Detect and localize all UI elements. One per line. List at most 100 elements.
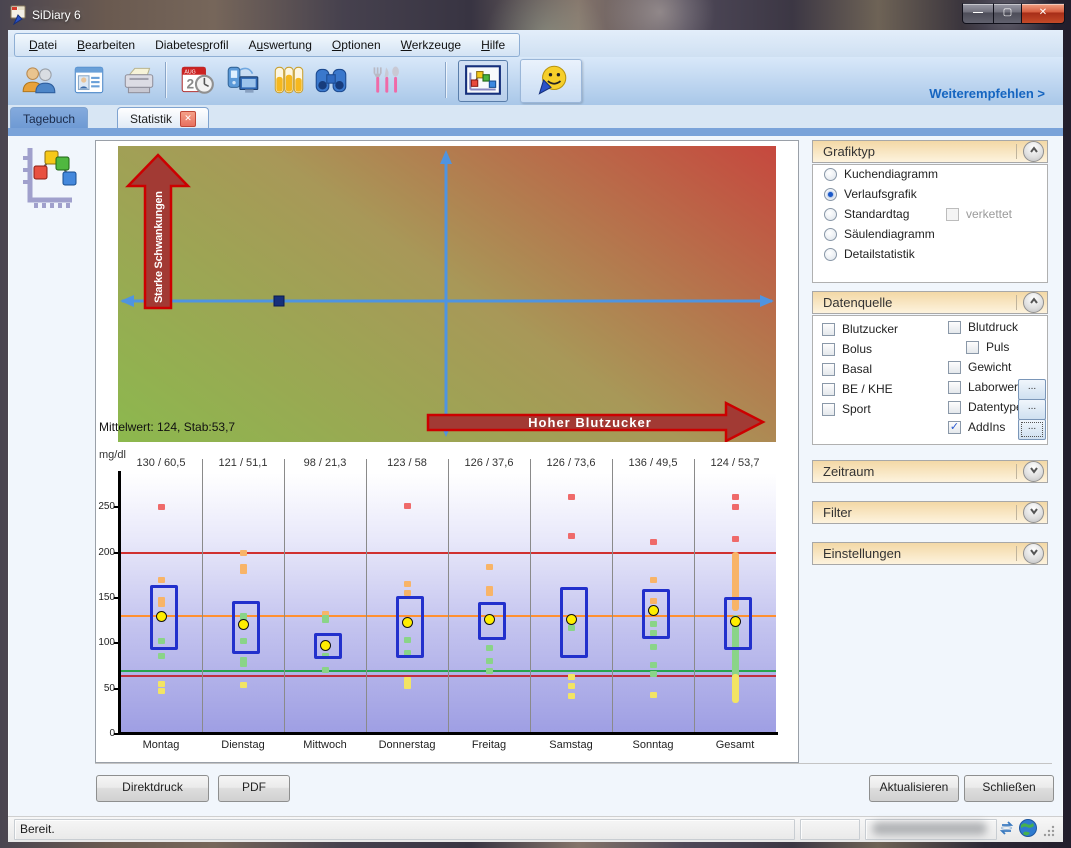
maximize-button[interactable]: ▢ [993,3,1022,24]
checkbox-verkettet[interactable] [946,208,959,221]
panel-header-einstellungen[interactable]: Einstellungen [812,542,1048,565]
toolbar-statistics-button[interactable] [458,60,508,102]
toolbar-device-sync-button[interactable] [218,60,268,102]
day-stat-header: 123 / 58 [367,457,447,469]
menu-item-werkzeuge[interactable]: Werkzeuge [391,36,471,54]
panel-header-grafiktyp[interactable]: Grafiktyp [812,140,1048,163]
panel-header-filter[interactable]: Filter [812,501,1048,524]
menu-item-optionen[interactable]: Optionen [322,36,391,54]
checkbox-label: Blutdruck [968,320,1018,334]
checkbox-addins[interactable]: ✓ [948,421,961,434]
checkbox-laborwerte[interactable] [948,381,961,394]
globe-icon[interactable] [1018,818,1038,843]
value-marker-yellow [158,681,165,687]
checkbox-basal[interactable] [822,363,835,376]
checkbox-be-khe[interactable] [822,383,835,396]
tab-label: Statistik [130,112,172,126]
panel-title: Zeitraum [823,464,1016,479]
more-button-addins[interactable]: ... [1018,419,1046,440]
radio-standardtag[interactable] [824,208,837,221]
value-marker-green [240,657,247,667]
statusbar-cell [800,819,860,840]
toolbar-printer-button[interactable] [114,60,164,102]
value-marker-red [732,536,739,542]
sync-icon[interactable] [999,820,1014,842]
toolbar-binoculars-button[interactable] [306,60,356,102]
checkbox-label: verkettet [966,207,1012,221]
toolbar-patient-record-button[interactable] [64,60,114,102]
aktualisieren-button[interactable]: Aktualisieren [869,775,959,802]
column-separator [612,459,613,734]
column-separator [284,459,285,734]
day-label: Dienstag [203,739,283,751]
users-icon [20,64,58,99]
checkbox-blutzucker[interactable] [822,323,835,336]
value-marker-orange [650,577,657,583]
checkbox-gewicht[interactable] [948,361,961,374]
value-marker-orange [240,550,247,556]
checkbox-label: Puls [986,340,1009,354]
minimize-button[interactable]: — [962,3,994,24]
day-stat-header: 121 / 51,1 [203,457,283,469]
toolbar-calendar-clock-button[interactable]: AUG2 [172,60,222,102]
window-title: SiDiary 6 [32,8,81,22]
value-marker-orange [404,590,411,596]
radio-detailstatistik[interactable] [824,248,837,261]
menu-item-auswertung[interactable]: Auswertung [239,36,322,54]
radio-label: Verlaufsgrafik [844,187,917,201]
checkbox-blutdruck[interactable] [948,321,961,334]
toolbar-feedback-smiley-button[interactable] [520,59,582,103]
radio-säulendiagramm[interactable] [824,228,837,241]
pdf-button[interactable]: PDF [218,775,290,802]
checkbox-bolus[interactable] [822,343,835,356]
radio-verlaufsgrafik[interactable] [824,188,837,201]
mean-dot [402,617,413,628]
value-marker-yellow [240,682,247,688]
checkbox-sport[interactable] [822,403,835,416]
chart-caption: Mittelwert: 124, Stab:53,7 [99,420,235,434]
more-button-datentypen[interactable]: ... [1018,399,1046,420]
device-sync-icon [224,64,262,99]
schliessen-button[interactable]: Schließen [964,775,1054,802]
column-separator [530,459,531,734]
value-marker-green [650,662,657,668]
expand-chevron-button[interactable] [1023,502,1044,523]
recommend-link[interactable]: Weiterempfehlen > [929,86,1045,101]
checkbox-puls[interactable] [966,341,979,354]
tab-bar-strip [8,128,1063,136]
chevron-down-icon [1028,504,1040,522]
value-marker-yellow [650,692,657,698]
radio-kuchendiagramm[interactable] [824,168,837,181]
checkbox-label: Basal [842,362,872,376]
direktdruck-button[interactable]: Direktdruck [96,775,209,802]
panel-header-zeitraum[interactable]: Zeitraum [812,460,1048,483]
collapse-chevron-button[interactable] [1023,292,1044,313]
statusbar-message-cell [14,819,795,840]
tab-tagebuch[interactable]: Tagebuch [10,107,88,129]
day-label: Sonntag [613,739,693,751]
menu-item-hilfe[interactable]: Hilfe [471,36,515,54]
checkbox-datentypen[interactable] [948,401,961,414]
panel-header-datenquelle[interactable]: Datenquelle [812,291,1048,314]
expand-chevron-button[interactable] [1023,543,1044,564]
tab-statistik[interactable]: Statistik ✕ [117,107,209,129]
more-button-laborwerte[interactable]: ... [1018,379,1046,400]
menu-item-bearbeiten[interactable]: Bearbeiten [67,36,145,54]
value-marker-orange [486,564,493,570]
value-marker-yellow [568,683,575,689]
menu-item-diabetesprofil[interactable]: Diabetesprofil [145,36,238,54]
resize-grip[interactable] [1043,824,1055,842]
toolbar-nutrition-button[interactable] [360,60,410,102]
collapse-chevron-button[interactable] [1023,141,1044,162]
menu-item-datei[interactable]: Datei [19,36,67,54]
value-strip-yellow [732,674,739,703]
expand-chevron-button[interactable] [1023,461,1044,482]
app-icon [9,5,29,25]
toolbar-users-button[interactable] [14,60,64,102]
close-button[interactable]: ✕ [1021,3,1065,24]
radio-label: Detailstatistik [844,247,915,261]
radio-label: Säulendiagramm [844,227,935,241]
close-icon[interactable]: ✕ [180,111,196,127]
value-marker-orange [404,581,411,587]
chevron-down-icon [1028,463,1040,481]
